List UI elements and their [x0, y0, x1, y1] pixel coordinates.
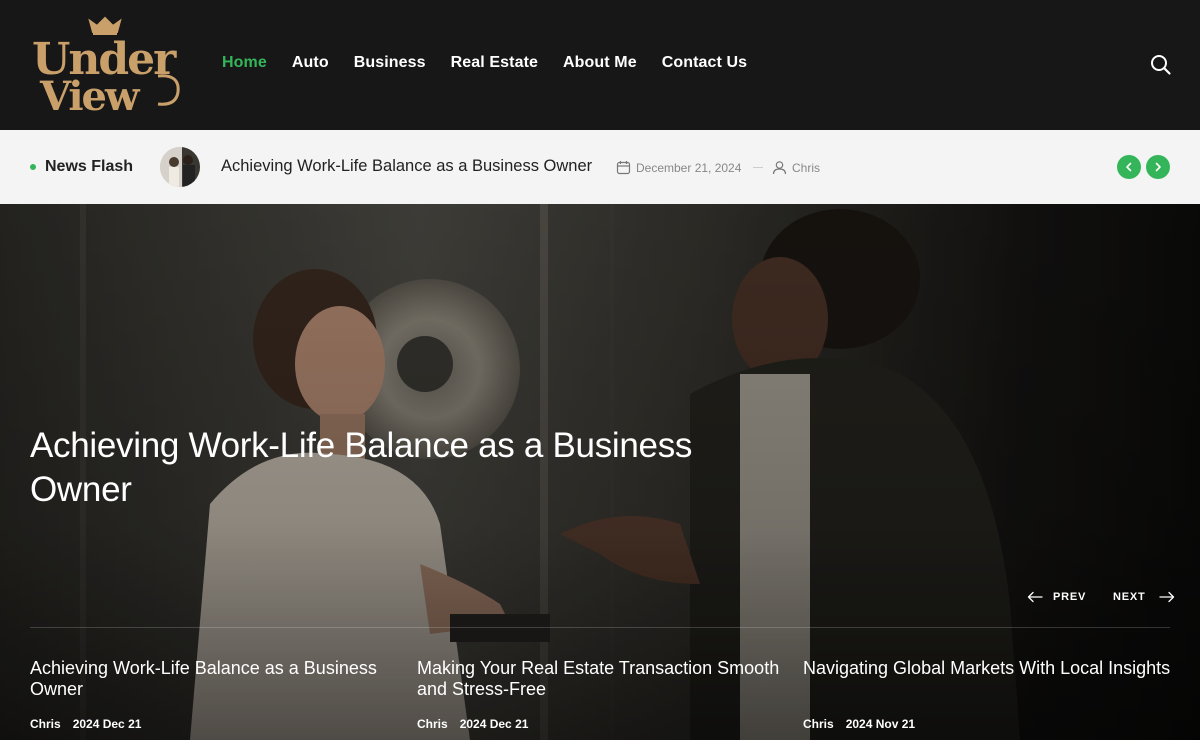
chevron-right-icon	[1155, 162, 1161, 172]
slide-card-meta: Chris 2024 Dec 21	[30, 717, 141, 731]
slide-card-author[interactable]: Chris	[417, 717, 448, 731]
nav-home[interactable]: Home	[222, 54, 267, 72]
slide-card-1[interactable]: Achieving Work-Life Balance as a Busines…	[30, 658, 400, 731]
live-dot-icon	[30, 164, 36, 170]
slide-card-title[interactable]: Achieving Work-Life Balance as a Busines…	[30, 658, 400, 700]
news-flash-thumbnail[interactable]	[160, 147, 200, 187]
slide-card-2[interactable]: Making Your Real Estate Transaction Smoo…	[417, 658, 787, 731]
nav-about-me[interactable]: About Me	[563, 54, 637, 72]
slide-card-meta: Chris 2024 Nov 21	[803, 717, 915, 731]
news-flash-author-text: Chris	[792, 160, 821, 175]
search-icon	[1151, 55, 1171, 75]
slide-card-title[interactable]: Making Your Real Estate Transaction Smoo…	[417, 658, 787, 700]
news-flash-date: December 21, 2024	[616, 160, 741, 175]
slide-card-date: 2024 Dec 21	[459, 717, 529, 731]
search-button[interactable]	[1150, 54, 1172, 76]
slide-card-3[interactable]: Navigating Global Markets With Local Ins…	[803, 658, 1173, 731]
hero-next-button[interactable]: NEXT	[1113, 591, 1175, 603]
nav-real-estate[interactable]: Real Estate	[451, 54, 538, 72]
nav-business[interactable]: Business	[354, 54, 426, 72]
news-flash-date-text: December 21, 2024	[636, 160, 742, 175]
arrow-right-icon	[1158, 591, 1174, 603]
hero-slider: Achieving Work-Life Balance as a Busines…	[0, 204, 1200, 740]
news-flash-bar: News Flash Achieving Work-Life Balance a…	[0, 130, 1200, 204]
nav-auto[interactable]: Auto	[292, 54, 329, 72]
news-flash-headline[interactable]: Achieving Work-Life Balance as a Busines…	[221, 157, 592, 176]
slide-card-date: 2024 Nov 21	[845, 717, 916, 731]
calendar-icon	[616, 161, 631, 175]
slide-card-date: 2024 Dec 21	[72, 717, 142, 731]
flash-next-button[interactable]	[1146, 155, 1170, 179]
site-header: Under View Home Auto Business Real Estat…	[0, 0, 1200, 130]
hero-prev-label: PREV	[1053, 591, 1087, 603]
thumbnail-image-icon	[160, 147, 200, 187]
slide-card-author[interactable]: Chris	[30, 717, 61, 731]
main-nav: Home Auto Business Real Estate About Me …	[222, 54, 772, 72]
hero-next-label: NEXT	[1113, 591, 1146, 603]
logo-crown-icon: Under View	[32, 16, 180, 120]
slide-card-meta: Chris 2024 Dec 21	[417, 717, 528, 731]
hero-prev-button[interactable]: PREV	[1027, 591, 1086, 603]
nav-contact-us[interactable]: Contact Us	[662, 54, 747, 72]
slide-card-author[interactable]: Chris	[803, 717, 834, 731]
slide-card-title[interactable]: Navigating Global Markets With Local Ins…	[803, 658, 1173, 679]
logo-text-bottom: View	[39, 73, 141, 114]
flash-prev-button[interactable]	[1117, 155, 1141, 179]
user-icon	[772, 161, 787, 175]
site-logo[interactable]: Under View	[30, 16, 182, 120]
news-flash-text: News Flash	[45, 158, 134, 175]
chevron-left-icon	[1126, 162, 1132, 172]
meta-separator	[753, 167, 763, 168]
hero-title[interactable]: Achieving Work-Life Balance as a Busines…	[30, 424, 730, 512]
news-flash-label: News Flash	[30, 158, 133, 176]
news-flash-author[interactable]: Chris	[772, 160, 820, 175]
hero-divider	[30, 627, 1170, 628]
arrow-left-icon	[1027, 591, 1043, 603]
